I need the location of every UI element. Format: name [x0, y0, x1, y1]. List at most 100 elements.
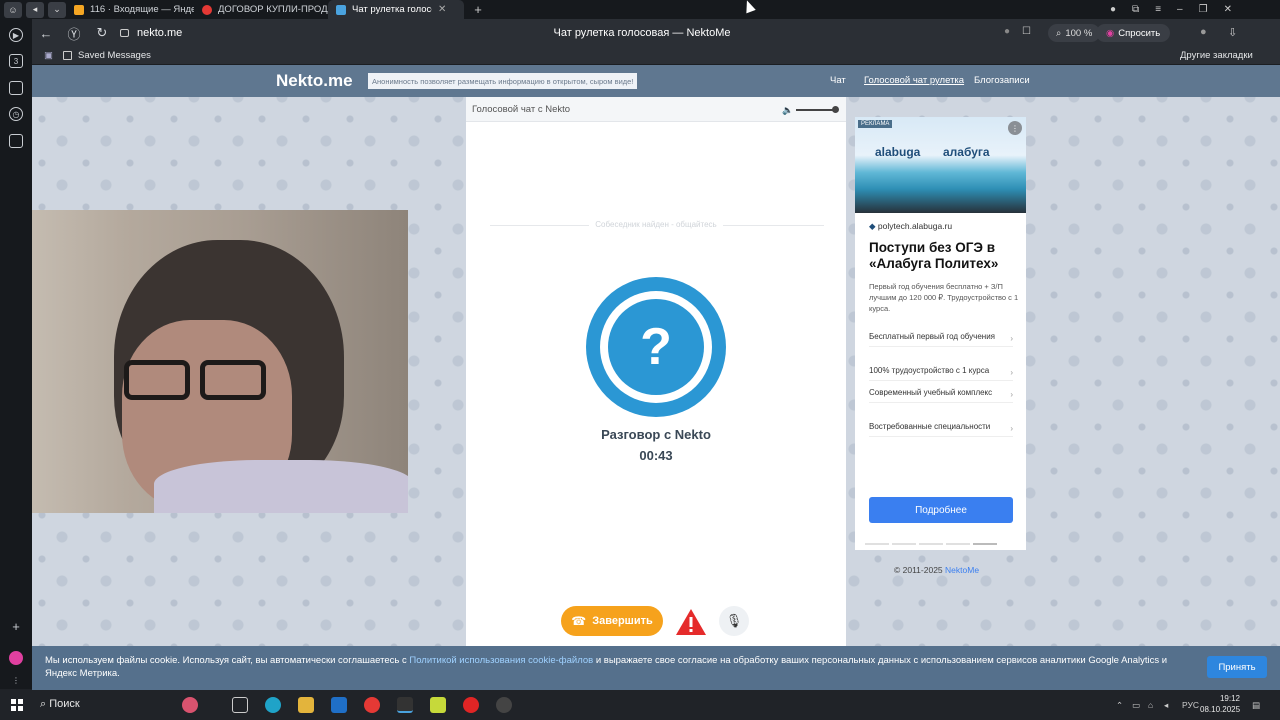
tray-up-icon[interactable]: ⌃ [1116, 700, 1123, 711]
tab-contract[interactable]: ДОГОВОР КУПЛИ-ПРОДАЖИ [194, 0, 328, 19]
microphone-icon: 🎙 [725, 613, 743, 628]
menu-chat[interactable]: Чат [830, 75, 846, 86]
chevron-right-icon: › [1010, 424, 1013, 433]
tab-mail[interactable]: 116 · Входящие — Яндекс [66, 0, 194, 19]
ask-button[interactable]: ◉ Спросить [1096, 24, 1171, 42]
extensions-icon[interactable]: ● [1200, 26, 1207, 38]
cookie-banner: Мы используем файлы cookie. Используя са… [32, 646, 1280, 690]
ad-pagination [865, 543, 997, 545]
warning-icon[interactable] [675, 608, 707, 636]
end-call-button[interactable]: ☎ Завершить [561, 606, 663, 636]
close-window-icon[interactable]: ✕ [1224, 4, 1232, 15]
ad-brand-latin: alabuga [875, 145, 921, 159]
browser-menu-icon[interactable]: ☺ [4, 1, 22, 18]
volume-icon[interactable]: ◂ [1164, 700, 1168, 711]
chevron-right-icon: › [1010, 368, 1013, 377]
downloads-icon[interactable]: ⇩ [1228, 26, 1237, 39]
cookie-policy-link[interactable]: Политикой использования cookie-файлов [409, 655, 593, 666]
web-page: Nekto.me Анонимность позволяет размещать… [32, 65, 1280, 690]
app-icon[interactable] [496, 697, 512, 713]
call-timer: 00:43 [639, 448, 673, 463]
collections-icon[interactable]: ⧉ [1132, 4, 1139, 15]
advertisement[interactable]: РЕКЛАМА alabuga алабуга ⋮ ◆ polytech.ala… [855, 117, 1026, 550]
ad-image[interactable]: РЕКЛАМА alabuga алабуга ⋮ [855, 117, 1026, 213]
ad-tag: РЕКЛАМА [858, 120, 893, 128]
new-tab-icon[interactable]: + [470, 2, 486, 17]
volume-slider[interactable] [796, 109, 836, 111]
start-icon[interactable] [11, 699, 23, 711]
copyright-link[interactable]: NektoMe [945, 565, 979, 575]
yandex-logo-icon[interactable]: Ⓨ [60, 24, 88, 43]
taskbar-search[interactable]: ⌕ Поиск [40, 698, 80, 711]
outlook-icon[interactable] [331, 697, 347, 713]
restore-icon[interactable]: ❐ [1199, 4, 1208, 15]
reload-icon[interactable]: ↻ [88, 25, 116, 41]
microphone-button[interactable]: 🎙 [719, 606, 749, 636]
minimize-icon[interactable]: – [1177, 4, 1183, 15]
search-icon: ⌕ [40, 698, 47, 710]
window-controls: ● ⧉ ≡ – ❐ ✕ [1110, 0, 1232, 19]
sound-icon[interactable]: ◂ [26, 1, 44, 18]
language-indicator[interactable]: РУС [1182, 700, 1199, 710]
notifications-icon[interactable]: ▤ [1252, 700, 1260, 711]
ad-title[interactable]: Поступи без ОГЭ в «Алабуга Политех» [869, 240, 1019, 272]
menu-icon[interactable]: ≡ [1155, 4, 1161, 15]
ad-item[interactable]: 100% трудоустройство с 1 курса › [869, 365, 1013, 381]
ad-domain[interactable]: ◆ polytech.alabuga.ru [869, 221, 952, 232]
talk-label: Разговор с Nekto [601, 427, 711, 442]
bookmark-icon[interactable]: ☐ [1022, 26, 1031, 37]
question-icon: ? [608, 299, 704, 395]
notes-icon[interactable] [9, 134, 23, 148]
task-view-icon[interactable] [232, 697, 248, 713]
yandex-icon [202, 4, 212, 15]
yandex-browser-icon[interactable] [364, 697, 380, 713]
tabs-dropdown-icon[interactable]: ⌄ [48, 1, 66, 18]
address-bar: ← Ⓨ ↻ nekto.me Чат рулетка голосовая — N… [32, 19, 1280, 47]
volume-knob[interactable] [832, 106, 839, 113]
back-icon[interactable]: ← [32, 26, 60, 41]
add-icon[interactable]: + [9, 619, 23, 634]
url-field[interactable]: nekto.me [120, 27, 182, 39]
folder-icon [62, 51, 72, 60]
yandex-active-icon[interactable] [397, 697, 413, 713]
chat-header: Голосовой чат с Nekto 🔈 [466, 97, 846, 122]
profile-icon[interactable]: ● [1110, 4, 1116, 15]
volume-icon[interactable]: 🔈 [782, 105, 793, 116]
status-text: Собеседник найден - общайтесь [466, 220, 846, 229]
ad-item[interactable]: Востребованные специальности › [869, 421, 1013, 437]
opera-icon[interactable] [463, 697, 479, 713]
tray-icon[interactable]: ▭ [1132, 700, 1140, 711]
lock-icon [120, 29, 129, 37]
ad-cta-button[interactable]: Подробнее [869, 497, 1013, 523]
network-icon[interactable]: ⌂ [1148, 700, 1153, 710]
partner-avatar: ? [586, 277, 726, 417]
more-icon[interactable]: ⋮ [9, 673, 23, 687]
menu-blog[interactable]: Блогозаписи [974, 75, 1030, 86]
tab-nekto[interactable]: Чат рулетка голосовая ✕ [328, 0, 464, 19]
ad-more-icon[interactable]: ⋮ [1008, 121, 1022, 135]
octopus-icon[interactable] [182, 697, 198, 713]
menu-voice-chat[interactable]: Голосовой чат рулетка [864, 75, 964, 86]
accept-cookies-button[interactable]: Принять [1207, 656, 1267, 678]
app-icon[interactable] [430, 697, 446, 713]
tabs-count-icon[interactable]: 3 [9, 54, 23, 68]
zoom-badge[interactable]: ⌕ 100 % [1048, 24, 1101, 42]
mail-icon [74, 4, 84, 15]
close-tab-icon[interactable]: ✕ [438, 4, 446, 15]
voice-chat-panel: Голосовой чат с Nekto 🔈 Собеседник найде… [466, 97, 846, 690]
site-logo[interactable]: Nekto.me [276, 71, 353, 91]
apps-icon[interactable]: ▣ [44, 50, 53, 61]
play-icon[interactable]: ▶ [9, 28, 23, 42]
chevron-right-icon: › [1010, 334, 1013, 343]
explorer-icon[interactable] [298, 697, 314, 713]
clock[interactable]: 19:12 08.10.2025 [1200, 693, 1240, 715]
bookmark-saved-messages[interactable]: Saved Messages [78, 50, 151, 61]
ad-item[interactable]: Бесплатный первый год обучения › [869, 331, 1013, 347]
ad-item[interactable]: Современный учебный комплекс › [869, 387, 1013, 403]
alice-icon[interactable] [9, 651, 23, 665]
history-icon[interactable]: ◷ [9, 107, 23, 121]
edge-icon[interactable] [265, 697, 281, 713]
microphone-icon[interactable]: ● [1004, 26, 1010, 37]
collections-icon[interactable] [9, 81, 23, 95]
other-bookmarks[interactable]: Другие закладки [1180, 50, 1253, 61]
